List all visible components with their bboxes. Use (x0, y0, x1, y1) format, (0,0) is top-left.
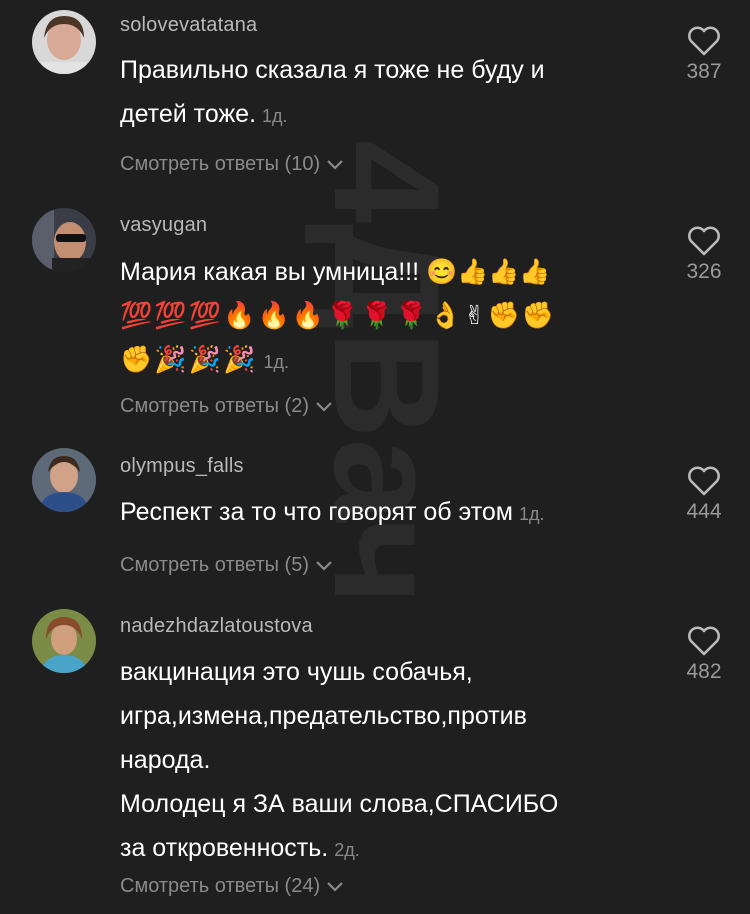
comment-text: вакцинация это чушь собачья, игра,измена… (120, 658, 559, 862)
comment-time: 1д. (518, 504, 545, 524)
like-count: 387 (686, 60, 722, 83)
heart-icon (688, 26, 720, 56)
username[interactable]: olympus_falls (120, 455, 244, 478)
comment-text: Правильно сказала я тоже не буду и детей… (120, 56, 545, 128)
comment-text: Мария какая вы умница!!! 😊👍👍👍 💯💯💯🔥🔥🔥🌹🌹🌹👌… (120, 258, 557, 375)
comment-time: 1д. (262, 106, 288, 126)
username[interactable]: vasyugan (120, 214, 207, 237)
heart-icon (688, 226, 720, 256)
avatar[interactable] (32, 10, 96, 74)
like-button[interactable]: 387 (676, 26, 732, 84)
avatar[interactable] (32, 448, 96, 512)
like-button[interactable]: 482 (676, 626, 732, 684)
heart-icon (688, 626, 720, 656)
chevron-down-icon (316, 401, 332, 412)
chevron-down-icon (327, 881, 343, 892)
avatar[interactable] (32, 609, 96, 673)
view-replies-button[interactable]: Смотреть ответы (24) (120, 875, 344, 898)
heart-icon (688, 466, 720, 496)
username[interactable]: solovevatatana (120, 14, 257, 37)
like-button[interactable]: 444 (676, 466, 732, 524)
avatar[interactable] (32, 208, 96, 272)
comment-time: 1д. (263, 352, 290, 372)
view-replies-button[interactable]: Смотреть ответы (5) (120, 554, 333, 577)
chevron-down-icon (327, 159, 343, 170)
like-button[interactable]: 326 (676, 226, 732, 284)
like-count: 326 (686, 260, 722, 283)
view-replies-button[interactable]: Смотреть ответы (10) (120, 153, 344, 176)
comment-time: 2д. (334, 840, 360, 860)
like-count: 444 (686, 500, 722, 523)
username[interactable]: nadezhdazlatoustova (120, 615, 313, 638)
view-replies-button[interactable]: Смотреть ответы (2) (120, 395, 333, 418)
comment-text: Респект за то что говорят об этом 1д. (120, 498, 545, 526)
like-count: 482 (686, 660, 722, 683)
chevron-down-icon (316, 560, 332, 571)
